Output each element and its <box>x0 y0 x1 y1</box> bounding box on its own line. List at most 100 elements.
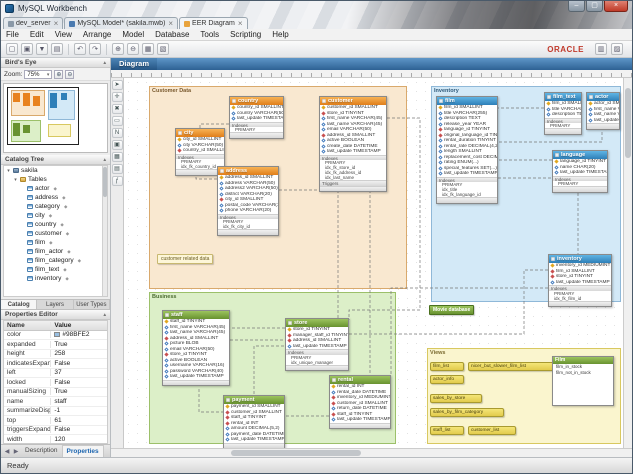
menu-scripting[interactable]: Scripting <box>230 30 261 39</box>
view-sales-by-store[interactable]: sales_by_store <box>430 394 482 403</box>
table-store[interactable]: storestore_id TINYINTmanager_staff_id TI… <box>285 318 349 371</box>
panel-tab-user-types[interactable]: User Types <box>74 300 110 309</box>
table-header[interactable]: inventory <box>549 255 611 263</box>
minimize-button[interactable]: – <box>568 1 585 12</box>
table-address[interactable]: addressaddress_id SMALLINTaddress VARCHA… <box>217 166 279 236</box>
bottom-tab-description[interactable]: Description <box>21 445 62 457</box>
table-column[interactable]: last_update TIMESTAMP <box>553 170 607 176</box>
tree-item-film-text[interactable]: film_text◆ <box>4 265 107 274</box>
table-column[interactable]: address_id SMALLINT <box>218 175 278 181</box>
save-icon[interactable]: ▼ <box>36 43 48 55</box>
close-tab-icon[interactable]: × <box>238 20 243 28</box>
birdseye-map[interactable] <box>3 83 108 153</box>
table-column[interactable]: language_id TINYINT <box>437 127 497 133</box>
close-tab-icon[interactable]: × <box>168 20 173 28</box>
routine-item[interactable]: film_not_in_stock <box>553 370 613 376</box>
table-column[interactable]: last_update TIMESTAMP <box>320 149 386 155</box>
view-film-list[interactable]: film_list <box>430 362 464 371</box>
table-header[interactable]: city <box>176 129 224 137</box>
menu-file[interactable]: File <box>6 30 19 39</box>
tree-item-inventory[interactable]: inventory◆ <box>4 274 107 283</box>
table-column[interactable]: address2 VARCHAR(50) <box>218 186 278 192</box>
delete-tool-icon[interactable]: ✖ <box>112 104 123 114</box>
property-row[interactable]: width120 <box>4 435 107 444</box>
table-language[interactable]: languagelanguage_id TINYINTname CHAR(20)… <box>552 150 608 193</box>
menu-help[interactable]: Help <box>272 30 288 39</box>
menu-edit[interactable]: Edit <box>30 30 44 39</box>
tree-item-category[interactable]: category◆ <box>4 202 107 211</box>
tab-mysql-model-sakila-mwb[interactable]: MySQL Model* (sakila.mwb)× <box>64 17 178 29</box>
hand-tool-icon[interactable]: ✛ <box>112 92 123 102</box>
tree-item-actor[interactable]: actor◆ <box>4 184 107 193</box>
tree-scrollbar[interactable] <box>102 166 107 296</box>
tree-item-address[interactable]: address◆ <box>4 193 107 202</box>
layer-tool-icon[interactable]: ▭ <box>112 116 123 126</box>
zoom-in-icon[interactable]: ⊕ <box>112 43 124 55</box>
table-country[interactable]: countrycountry_id SMALLINTcountry VARCHA… <box>229 96 284 139</box>
collapse-arrow-icon[interactable]: ▴ <box>103 157 106 163</box>
zoom-select[interactable]: 75% ▾ <box>24 70 52 79</box>
collapse-arrow-icon[interactable]: ▴ <box>103 60 106 66</box>
label-movie-database[interactable]: Movie database <box>429 305 474 315</box>
table-column[interactable]: language_id TINYINT <box>553 159 607 165</box>
table-header[interactable]: language <box>553 151 607 159</box>
zoom-out-icon[interactable]: ⊖ <box>65 70 74 79</box>
tree-item-tables[interactable]: ▾Tables <box>4 175 107 184</box>
view-sales-by-film-category[interactable]: sales_by_film_category <box>430 408 504 417</box>
zoom-out-icon[interactable]: ⊖ <box>127 43 139 55</box>
property-row[interactable]: triggersExpandedFalse <box>4 426 107 436</box>
maximize-button[interactable]: ▢ <box>586 1 603 12</box>
table-customer[interactable]: customercustomer_id SMALLINTstore_id TIN… <box>319 96 387 192</box>
image-tool-icon[interactable]: ▣ <box>112 140 123 150</box>
table-payment[interactable]: paymentpayment_id SMALLINTcustomer_id SM… <box>223 395 285 448</box>
menu-tools[interactable]: Tools <box>200 30 219 39</box>
property-row[interactable]: lockedFalse <box>4 378 107 388</box>
table-column[interactable]: last_update TIMESTAMP <box>549 280 611 286</box>
table-actor[interactable]: actoractor_id SMALLINTfirst_name VARCHAR… <box>586 92 620 130</box>
table-column[interactable]: last_update TIMESTAMP <box>224 437 284 443</box>
view-staff-list[interactable]: staff_list <box>430 426 464 435</box>
property-row[interactable]: expandedTrue <box>4 340 107 350</box>
sidebar-toggle-icon[interactable]: ▨ <box>611 43 623 55</box>
table-column[interactable]: last_update TIMESTAMP <box>437 171 497 177</box>
routine-tool-icon[interactable]: ƒ <box>112 176 123 186</box>
diagram-canvas[interactable]: Customer DataInventoryBusinessViewscount… <box>124 78 623 448</box>
table-column[interactable]: payment_id SMALLINT <box>224 404 284 410</box>
open-model-icon[interactable]: ▣ <box>21 43 33 55</box>
table-column[interactable]: first_name VARCHAR(45) <box>320 116 386 122</box>
table-header[interactable]: rental <box>330 376 390 384</box>
table-column[interactable]: last_update TIMESTAMP <box>286 344 348 350</box>
property-row[interactable]: namestaff <box>4 397 107 407</box>
bottom-tab-properties[interactable]: Properties <box>62 445 104 457</box>
panel-tab-catalog[interactable]: Catalog <box>1 300 37 309</box>
table-header[interactable]: staff <box>163 311 229 319</box>
table-header[interactable]: payment <box>224 396 284 404</box>
menu-view[interactable]: View <box>55 30 72 39</box>
table-header[interactable]: store <box>286 319 348 327</box>
undo-icon[interactable]: ↶ <box>74 43 86 55</box>
table-column[interactable]: phone VARCHAR(20) <box>218 208 278 214</box>
property-row[interactable]: summarizeDisplay-1 <box>4 407 107 417</box>
panel-tab-layers[interactable]: Layers <box>37 300 73 309</box>
birdseye-header[interactable]: Bird's Eye ▴ <box>1 58 110 68</box>
close-tab-icon[interactable]: × <box>54 20 59 28</box>
table-staff[interactable]: staffstaff_id TINYINTfirst_name VARCHAR(… <box>162 310 230 386</box>
property-row[interactable]: height258 <box>4 350 107 360</box>
diagram-tab[interactable]: Diagram <box>111 58 157 70</box>
properties-editor-header[interactable]: Properties Editor ▴ <box>1 310 110 320</box>
tab-eer-diagram[interactable]: EER Diagram× <box>179 17 247 29</box>
tree-item-city[interactable]: city◆ <box>4 211 107 220</box>
table-column[interactable]: username VARCHAR(16) <box>163 363 229 369</box>
table-header[interactable]: film_text <box>545 93 581 101</box>
property-row[interactable]: color#98BFE2 <box>4 331 107 341</box>
table-column[interactable]: city_id SMALLINT <box>176 137 224 143</box>
table-header[interactable]: actor <box>587 93 619 101</box>
table-column[interactable]: rental_duration TINYINT <box>437 138 497 144</box>
close-button[interactable]: × <box>604 1 628 12</box>
tab-nav-left-icon[interactable]: ◀ <box>3 448 11 455</box>
table-film[interactable]: filmfilm_id SMALLINTtitle VARCHAR(255)de… <box>436 96 498 204</box>
routine-group-film[interactable]: Filmfilm_in_stockfilm_not_in_stock <box>552 356 614 406</box>
options-icon[interactable]: ▧ <box>157 43 169 55</box>
table-column[interactable]: last_update TIMESTAMP <box>230 116 283 122</box>
property-row[interactable]: indicatesExpandedFalse <box>4 359 107 369</box>
